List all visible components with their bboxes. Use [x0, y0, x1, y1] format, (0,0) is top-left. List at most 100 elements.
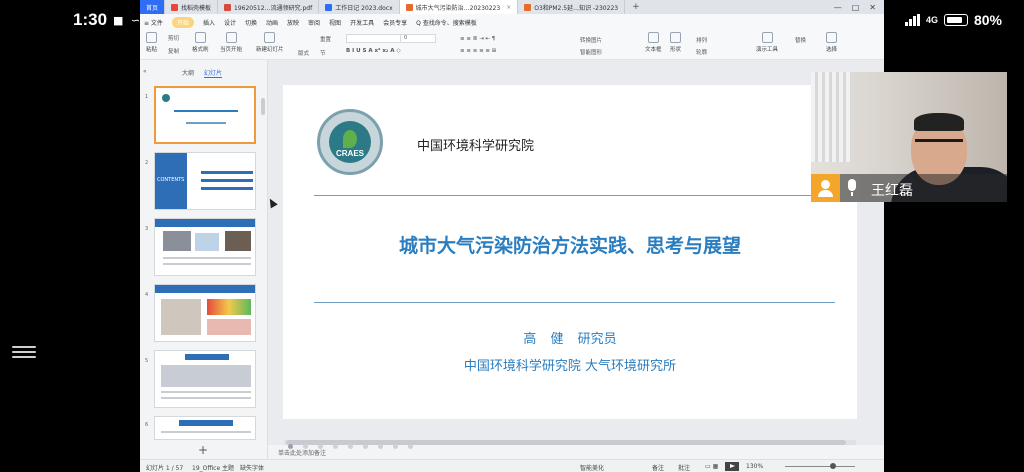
menu-slideshow[interactable]: 放映 — [287, 18, 299, 27]
outline-button[interactable]: 轮廓 — [696, 48, 707, 56]
panel-scrollbar[interactable] — [261, 98, 265, 115]
slide-number: 3 — [145, 226, 149, 232]
copy-button[interactable]: 复制 — [168, 47, 179, 55]
align-controls[interactable]: ≡ ≡ ≡ ≡ ≡ ⊞ — [460, 48, 496, 54]
shape-button[interactable]: 形状 — [670, 32, 681, 53]
comments-button[interactable]: 批注 — [678, 463, 690, 472]
divider-top — [314, 195, 835, 196]
format-painter-button[interactable]: 格式刷 — [192, 32, 209, 53]
slide-thumb-4[interactable] — [154, 284, 256, 342]
battery-percent: 80% — [973, 12, 1002, 28]
slide-thumb-6[interactable] — [154, 416, 256, 440]
menu-transition[interactable]: 切换 — [245, 18, 257, 27]
participant-name: 王红磊 — [871, 183, 913, 199]
smart-graphic-button[interactable]: 智能图形 — [580, 48, 602, 56]
menu-home[interactable]: 开始 — [171, 16, 194, 28]
microphone-icon[interactable] — [848, 179, 856, 191]
zoom-level[interactable]: 130% — [746, 463, 763, 470]
paste-icon — [146, 32, 157, 43]
arrange-button[interactable]: 排列 — [696, 36, 707, 44]
slide-stage: CRAES 中国环境科学研究院 城市大气污染防治方法实践、思考与展望 高 健 研… — [268, 60, 884, 445]
theme-name: 19_Office 主题 — [192, 465, 235, 472]
cursor-icon — [826, 32, 837, 43]
maximize-icon[interactable]: □ — [852, 3, 860, 12]
tab-current-presentation[interactable]: 城市大气污染防治…20230223 × — [399, 0, 519, 14]
font-size-field[interactable]: 0 — [400, 34, 436, 43]
play-icon — [225, 32, 237, 43]
tab-ppt-2[interactable]: O3和PM2.5延…知识 -230223 — [518, 0, 626, 14]
pdf-icon — [224, 3, 232, 11]
menu-design[interactable]: 设计 — [224, 18, 236, 27]
presentation-tools-button[interactable]: 演示工具 — [756, 32, 778, 53]
tools-icon — [761, 32, 773, 43]
missing-font-button[interactable]: 缺失字体 — [240, 463, 264, 472]
status-right: 4G 80% — [904, 12, 1002, 28]
play-slideshow-button[interactable] — [725, 462, 739, 471]
menu-insert[interactable]: 插入 — [203, 18, 215, 27]
battery-icon — [943, 14, 968, 26]
ppt-icon — [524, 3, 532, 11]
slide-title: 城市大气污染防治方法实践、思考与展望 — [398, 235, 741, 257]
layout-button[interactable]: 版式 — [298, 49, 309, 57]
floating-menu-icon[interactable] — [12, 343, 36, 365]
tab-docx[interactable]: 工作日记 2023.docx — [319, 0, 400, 14]
notes-button[interactable]: 备注 — [652, 463, 664, 472]
menu-developer[interactable]: 开发工具 — [350, 18, 374, 27]
window-controls: — □ ✕ — [834, 3, 884, 12]
current-slide[interactable]: CRAES 中国环境科学研究院 城市大气污染防治方法实践、思考与展望 高 健 研… — [283, 85, 857, 419]
tab-outline[interactable]: 大纲 — [182, 68, 194, 77]
search-command[interactable]: Q 查找命令、搜索模板 — [416, 18, 477, 27]
contents-label: CONTENTS — [157, 177, 185, 183]
slide-thumb-3[interactable] — [154, 218, 256, 276]
menu-animation[interactable]: 动画 — [266, 18, 278, 27]
menu-review[interactable]: 审阅 — [308, 18, 320, 27]
replace-button[interactable]: 替换 — [795, 36, 806, 44]
menu-file[interactable]: ≡ 文件 — [144, 18, 163, 27]
menu-member[interactable]: 会员专享 — [383, 18, 407, 27]
reset-button[interactable]: 重置 — [320, 35, 331, 43]
shape-icon — [670, 32, 681, 43]
menu-bar: ≡ 文件 开始 插入 设计 切换 动画 放映 审阅 视图 开发工具 会员专享 Q… — [140, 14, 884, 30]
convert-image-button[interactable]: 转换图片 — [580, 36, 602, 44]
docer-icon — [171, 3, 179, 11]
paragraph-controls[interactable]: ≡ ≡ ≣ ⇥ ⇤ ¶ — [460, 36, 495, 42]
from-current-button[interactable]: 当页开始 — [220, 32, 242, 53]
bold-icon[interactable]: B I U S A x² x₂ A ◇ — [346, 48, 401, 54]
minimize-icon[interactable]: — — [834, 3, 842, 12]
slide-number: 4 — [145, 292, 149, 298]
person-icon — [811, 174, 840, 202]
tab-home[interactable]: 首页 — [140, 0, 166, 14]
new-tab-button[interactable]: + — [625, 2, 647, 12]
tab-docer-templates[interactable]: 找稻壳模板 — [165, 0, 219, 14]
new-slide-button[interactable]: 新建幻灯片 — [256, 32, 284, 53]
slide-thumb-2[interactable]: CONTENTS — [154, 152, 256, 210]
zoom-slider[interactable] — [785, 466, 855, 467]
close-icon[interactable]: ✕ — [869, 3, 876, 12]
slide-count: 幻灯片 1 / 57 — [146, 465, 184, 472]
divider-bottom — [314, 302, 835, 303]
menu-view[interactable]: 视图 — [329, 18, 341, 27]
select-button[interactable]: 选择 — [826, 32, 837, 53]
craes-logo: CRAES — [317, 109, 383, 175]
add-slide-button[interactable]: + — [198, 443, 208, 457]
slide-thumb-5[interactable] — [154, 350, 256, 408]
new-slide-icon — [264, 32, 276, 43]
close-tab-icon: × — [506, 3, 512, 11]
zoom-slider-handle[interactable] — [830, 463, 836, 469]
cut-button[interactable]: 剪切 — [168, 34, 179, 42]
status-bar: 幻灯片 1 / 57 19_Office 主题 缺失字体 智能美化 备注 批注 … — [140, 459, 884, 472]
tab-bar: 首页 找稻壳模板 19620512…流通领研究.pdf 工作日记 2023.do… — [140, 0, 884, 14]
signal-icon — [904, 14, 920, 26]
smart-beautify-button[interactable]: 智能美化 — [580, 463, 604, 472]
text-box-button[interactable]: 文本框 — [645, 32, 662, 53]
slides-panel: « 大纲 幻灯片 1 2 CONTENTS 3 4 5 6 + — [140, 60, 268, 459]
brush-icon — [194, 32, 206, 43]
video-feed[interactable]: 王红磊 — [811, 72, 1007, 202]
tab-pdf[interactable]: 19620512…流通领研究.pdf — [218, 0, 320, 14]
section-button[interactable]: 节 — [320, 49, 326, 57]
view-normal-icon[interactable]: ▭ ▦ — [705, 463, 718, 470]
tab-slides[interactable]: 幻灯片 — [204, 68, 223, 78]
slide-thumb-1[interactable] — [154, 86, 256, 144]
paste-button[interactable]: 粘贴 — [146, 32, 157, 53]
text-box-icon — [647, 32, 659, 43]
